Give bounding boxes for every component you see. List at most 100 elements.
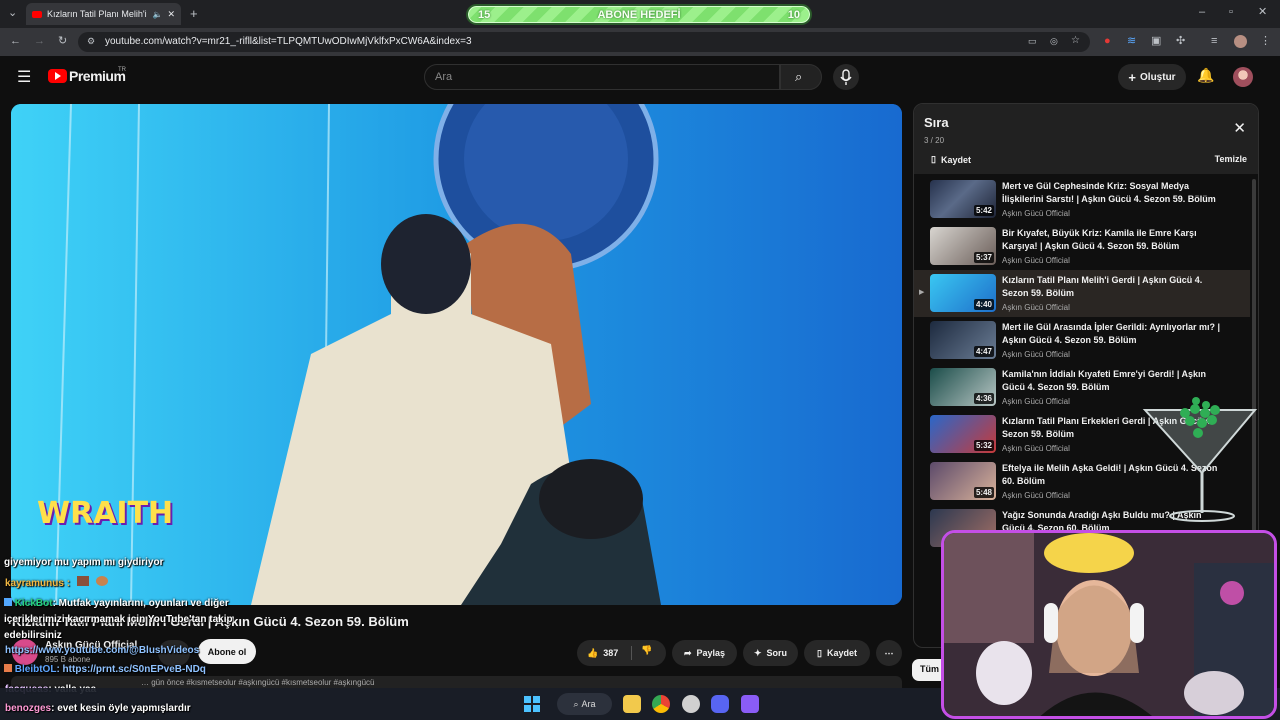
forward-icon[interactable]: →	[34, 36, 45, 47]
chat-username: kayramunus :	[5, 578, 71, 589]
playlist-item-channel: Aşkın Gücü Official	[1002, 209, 1070, 218]
address-bar[interactable]: ⚙ youtube.com/watch?v=mr21_-rifll&list=T…	[78, 32, 1090, 52]
file-explorer-icon[interactable]	[623, 695, 641, 713]
extension-wave-icon[interactable]: ≋	[1127, 36, 1136, 47]
goal-left-value: 15	[478, 8, 491, 21]
playlist-thumbnail: 4:36	[930, 368, 996, 406]
chat-message: benozges: evet kesin öyle yapmışlardır	[5, 703, 191, 714]
tab-title: Kızların Tatil Planı Melih'i Gerdi | Aşk…	[47, 9, 147, 19]
discord-icon[interactable]	[711, 695, 729, 713]
extension-box-icon[interactable]: ▣	[1151, 36, 1161, 47]
playlist-item-channel: Aşkın Gücü Official	[1002, 256, 1070, 265]
browser-tab-active[interactable]: Kızların Tatil Planı Melih'i Gerdi | Aşk…	[26, 3, 181, 25]
playlist-item-channel: Aşkın Gücü Official	[1002, 303, 1070, 312]
notifications-bell-icon[interactable]: 🔔	[1197, 67, 1214, 84]
goal-label: ABONE HEDEFİ	[597, 8, 681, 21]
duration-badge: 4:40	[973, 299, 994, 310]
ask-button[interactable]: ✦ Soru	[743, 640, 798, 666]
reload-icon[interactable]: ↻	[58, 36, 67, 47]
playlist-clear-button[interactable]: Temizle	[1215, 154, 1247, 164]
goal-right-value: 10	[787, 8, 800, 21]
app-icon[interactable]	[741, 695, 759, 713]
duration-badge: 5:42	[973, 205, 994, 216]
chat-username: KickBot	[14, 598, 53, 609]
tab-audio-icon[interactable]: 🔈	[152, 10, 162, 19]
share-label: Paylaş	[696, 648, 726, 658]
like-dislike-group: 👍 387 👎	[577, 640, 666, 666]
playlist-item[interactable]: 5:37 Bir Kıyafet, Büyük Kriz: Kamila ile…	[914, 223, 1250, 270]
youtube-favicon-icon	[32, 10, 42, 18]
site-info-icon[interactable]: ⚙	[87, 37, 95, 46]
chrome-icon[interactable]	[652, 695, 670, 713]
youtube-masthead: ☰ Premium TR Ara ⌕ + Oluştur 🔔	[0, 56, 1280, 100]
back-icon[interactable]: ←	[10, 36, 21, 47]
extension-red-icon[interactable]: ●	[1104, 36, 1111, 47]
more-icon: ⋯	[884, 647, 894, 658]
playlist-item-title: Bir Kıyafet, Büyük Kriz: Kamila ile Emre…	[1002, 228, 1197, 251]
country-badge: TR	[118, 67, 126, 73]
sparkle-icon: ✦	[753, 647, 762, 658]
chat-text: : https://prnt.sc/S0nEPveB-NDq	[56, 664, 206, 675]
like-count[interactable]: 387	[603, 648, 618, 658]
dislike-icon[interactable]: 👎	[641, 645, 652, 656]
minimize-icon[interactable]: –	[1199, 7, 1205, 18]
duration-badge: 5:37	[973, 252, 994, 263]
duration-badge: 5:48	[973, 487, 994, 498]
share-button[interactable]: ➦ Paylaş	[672, 640, 737, 666]
eye-off-icon[interactable]: ◎	[1050, 37, 1058, 46]
more-actions-button[interactable]: ⋯	[876, 640, 902, 666]
save-button[interactable]: ▯ Kaydet	[804, 640, 870, 666]
description-box[interactable]: … gün önce #kısmetseolur #aşkıngücü #kıs…	[11, 676, 902, 688]
account-avatar[interactable]	[1233, 67, 1253, 87]
bookmark-star-icon[interactable]: ☆	[1071, 36, 1080, 46]
playlist-item[interactable]: 4:47 Mert ile Gül Arasında İpler Gerildi…	[914, 317, 1250, 364]
search-icon: ⌕	[573, 698, 579, 709]
cast-icon[interactable]: ▭	[1028, 37, 1037, 46]
reading-list-icon[interactable]: ≡	[1211, 36, 1217, 47]
profile-avatar-icon[interactable]	[1234, 35, 1247, 48]
video-player[interactable]: WRAITH	[11, 104, 902, 605]
like-icon[interactable]: 👍	[587, 648, 598, 659]
tab-list-icon[interactable]: ⌄	[8, 8, 17, 19]
tab-close-icon[interactable]: ✕	[167, 9, 175, 20]
playlist-item-current[interactable]: ▶ 4:40 Kızların Tatil Planı Melih'i Gerd…	[914, 270, 1250, 317]
taskbar-search-label: Ara	[581, 699, 596, 709]
create-button[interactable]: + Oluştur	[1118, 64, 1186, 90]
taskbar-search[interactable]: ⌕ Ara	[557, 693, 612, 715]
windows-start-icon[interactable]	[524, 696, 540, 712]
obs-icon[interactable]	[682, 695, 700, 713]
new-tab-icon[interactable]: +	[190, 7, 198, 20]
playlist-item-title: Kızların Tatil Planı Melih'i Gerdi | Aşk…	[1002, 275, 1203, 298]
chat-message-user: kayramunus :	[5, 576, 108, 589]
maximize-icon[interactable]: ▫	[1229, 7, 1233, 18]
playlist-close-icon[interactable]: ✕	[1233, 119, 1246, 137]
playlist-item-channel: Aşkın Gücü Official	[1002, 444, 1070, 453]
youtube-premium-logo-text[interactable]: Premium	[69, 68, 126, 84]
search-button[interactable]: ⌕	[780, 64, 822, 90]
playlist-item-channel: Aşkın Gücü Official	[1002, 491, 1070, 500]
playlist-item[interactable]: 5:42 Mert ve Gül Cephesinde Kriz: Sosyal…	[914, 176, 1250, 223]
youtube-logo-icon[interactable]	[48, 69, 67, 83]
playlist-save-label: Kaydet	[940, 154, 971, 165]
playlist-item-title: Mert ve Gül Cephesinde Kriz: Sosyal Medy…	[1002, 181, 1216, 204]
search-input[interactable]: Ara	[424, 64, 780, 90]
description-meta: … gün önce #kısmetseolur #aşkıngücü #kıs…	[141, 678, 375, 687]
chat-message: BleibtOL: https://prnt.sc/S0nEPveB-NDq	[4, 664, 206, 675]
wraith-overlay-logo: WRAITH	[37, 496, 174, 531]
playlist-thumbnail: 5:48	[930, 462, 996, 500]
playlist-item-channel: Aşkın Gücü Official	[1002, 350, 1070, 359]
playlist-save-button[interactable]: ▯ Kaydet	[931, 154, 971, 165]
playlist-item-title: Kamila'nın İddialı Kıyafeti Emre'yi Gerd…	[1002, 369, 1207, 392]
window-close-icon[interactable]: ✕	[1258, 7, 1267, 18]
subscriber-count: 895 B abone	[45, 655, 91, 664]
extensions-puzzle-icon[interactable]: ✣	[1176, 36, 1185, 47]
create-label: Oluştur	[1140, 71, 1176, 83]
plus-icon: +	[1128, 69, 1137, 85]
emote-icon	[95, 576, 108, 586]
chrome-menu-icon[interactable]: ⋮	[1260, 36, 1271, 47]
playlist-thumbnail: 4:40	[930, 274, 996, 312]
badge-icon	[4, 598, 12, 606]
voice-search-button[interactable]	[833, 64, 859, 90]
hamburger-menu-icon[interactable]: ☰	[17, 67, 31, 87]
ask-label: Soru	[766, 648, 788, 658]
